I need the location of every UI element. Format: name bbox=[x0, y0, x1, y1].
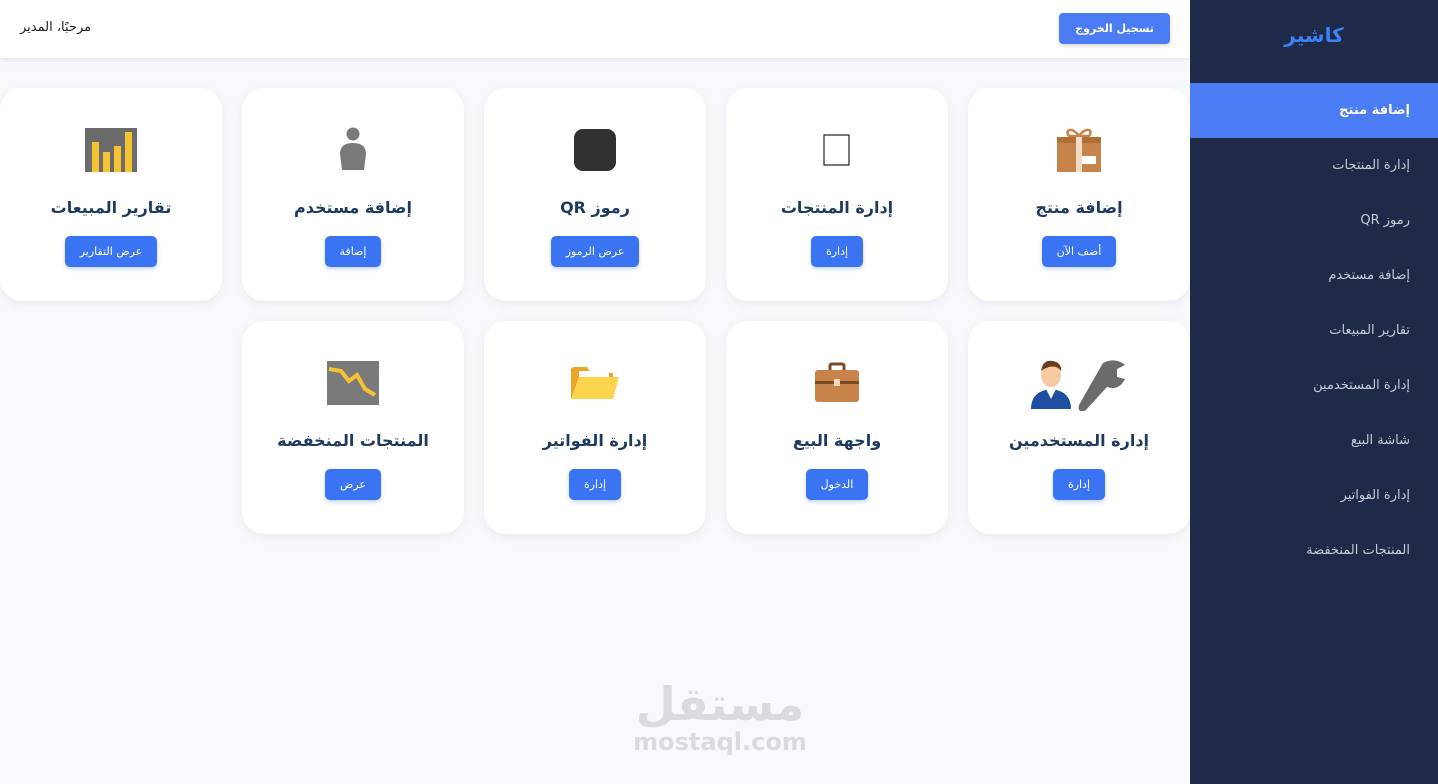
card-sales-reports: تقارير المبيعات عرض التقارير bbox=[0, 88, 222, 301]
card-title: إدارة المستخدمين bbox=[1008, 431, 1150, 450]
declining-chart-icon bbox=[318, 355, 388, 411]
briefcase-icon bbox=[802, 355, 872, 411]
card-title: إدارة المنتجات bbox=[780, 198, 894, 217]
card-add-user: إضافة مستخدم إضافة bbox=[242, 88, 464, 301]
sidebar-item-sales-screen[interactable]: شاشة البيع bbox=[1190, 413, 1438, 468]
card-manage-products: إدارة المنتجات إدارة bbox=[726, 88, 948, 301]
manage-invoices-button[interactable]: إدارة bbox=[568, 469, 622, 500]
card-sales-interface: واجهة البيع الدخول bbox=[726, 321, 948, 534]
gift-box-icon bbox=[1044, 122, 1114, 178]
app-root: تسجيل الخروج مرحبًا، المدير إضافة منتج أ… bbox=[0, 0, 1438, 784]
view-reports-button[interactable]: عرض التقارير bbox=[64, 236, 158, 267]
blank-box-icon bbox=[802, 122, 872, 178]
view-low-stock-button[interactable]: عرض bbox=[325, 469, 381, 500]
card-manage-invoices: إدارة الفواتير إدارة bbox=[484, 321, 706, 534]
watermark-arabic: مستقل bbox=[635, 677, 805, 731]
card-title: إضافة منتج bbox=[1035, 198, 1123, 217]
folder-icon bbox=[560, 355, 630, 411]
card-title: إدارة الفواتير bbox=[542, 431, 648, 450]
sidebar-item-qr-codes[interactable]: رموز QR bbox=[1190, 193, 1438, 248]
sidebar-item-sales-reports[interactable]: تقارير المبيعات bbox=[1190, 303, 1438, 358]
card-low-stock: المنتجات المنخفضة عرض bbox=[242, 321, 464, 534]
card-title: المنتجات المنخفضة bbox=[277, 431, 429, 450]
mostaql-watermark: مستقل mostaql.com bbox=[630, 680, 810, 756]
sidebar-item-add-product[interactable]: إضافة منتج bbox=[1190, 83, 1438, 138]
bar-chart-icon bbox=[76, 122, 146, 178]
qr-square-icon bbox=[560, 122, 630, 178]
add-now-button[interactable]: أضف الآن bbox=[1041, 236, 1117, 267]
enter-sales-button[interactable]: الدخول bbox=[805, 469, 869, 500]
sidebar-item-add-user[interactable]: إضافة مستخدم bbox=[1190, 248, 1438, 303]
manage-users-button[interactable]: إدارة bbox=[1052, 469, 1106, 500]
sidebar-item-low-stock[interactable]: المنتجات المنخفضة bbox=[1190, 523, 1438, 578]
view-qr-button[interactable]: عرض الرموز bbox=[550, 236, 640, 267]
card-title: رموز QR bbox=[560, 198, 630, 217]
manage-products-button[interactable]: إدارة bbox=[810, 236, 864, 267]
card-manage-users: إدارة المستخدمين إدارة bbox=[968, 321, 1190, 534]
watermark-latin: mostaql.com bbox=[633, 728, 807, 756]
card-title: تقارير المبيعات bbox=[50, 198, 172, 217]
dashboard-grid: إضافة منتج أضف الآن إدارة المنتجات إدارة… bbox=[0, 0, 1190, 784]
sidebar-nav: إضافة منتج إدارة المنتجات رموز QR إضافة … bbox=[1190, 83, 1438, 578]
card-title: واجهة البيع bbox=[792, 431, 882, 450]
add-user-button[interactable]: إضافة bbox=[324, 236, 382, 267]
card-qr-codes: رموز QR عرض الرموز bbox=[484, 88, 706, 301]
sidebar-item-manage-invoices[interactable]: إدارة الفواتير bbox=[1190, 468, 1438, 523]
card-add-product: إضافة منتج أضف الآن bbox=[968, 88, 1190, 301]
sidebar: كاشير إضافة منتج إدارة المنتجات رموز QR … bbox=[1190, 0, 1438, 784]
sidebar-item-manage-products[interactable]: إدارة المنتجات bbox=[1190, 138, 1438, 193]
brand-title: كاشير bbox=[1284, 23, 1344, 47]
user-icon bbox=[318, 122, 388, 178]
user-wrench-icon bbox=[1029, 355, 1129, 411]
card-title: إضافة مستخدم bbox=[294, 198, 412, 217]
sidebar-item-manage-users[interactable]: إدارة المستخدمين bbox=[1190, 358, 1438, 413]
